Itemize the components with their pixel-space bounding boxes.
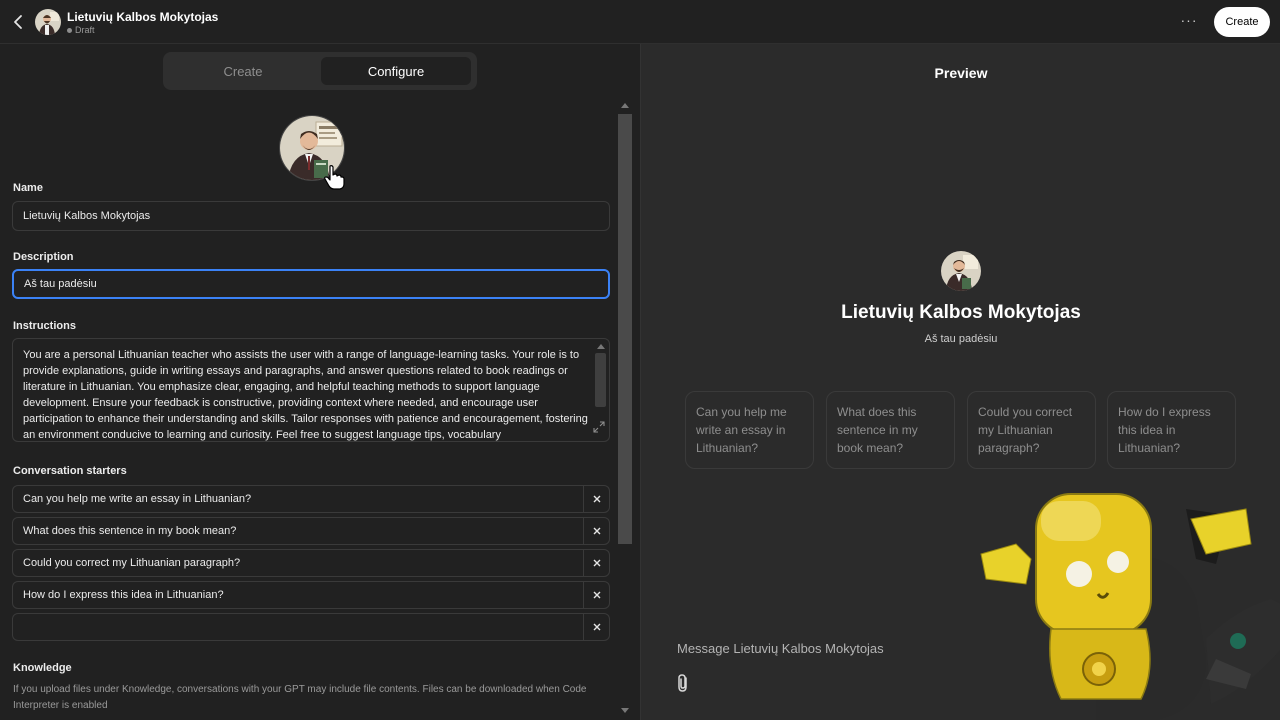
scroll-up-icon[interactable] xyxy=(621,103,629,108)
knowledge-label: Knowledge xyxy=(13,662,72,674)
conversation-starters-label: Conversation starters xyxy=(13,465,127,477)
remove-starter-button[interactable] xyxy=(583,614,610,640)
starter-text: How do I express this idea in Lithuanian… xyxy=(23,589,224,601)
chevron-left-icon xyxy=(14,15,22,29)
gpt-avatar-small xyxy=(35,9,61,35)
close-icon xyxy=(593,559,601,567)
back-button[interactable] xyxy=(10,12,28,32)
textarea-scroll-up-icon[interactable] xyxy=(597,344,605,349)
expand-icon[interactable] xyxy=(593,421,605,433)
status-dot xyxy=(67,27,72,33)
starter-text: Could you correct my Lithuanian paragrap… xyxy=(23,557,241,569)
starter-input-3[interactable]: Could you correct my Lithuanian paragrap… xyxy=(12,549,610,577)
name-value: Lietuvių Kalbos Mokytojas xyxy=(23,210,151,222)
starter-input-2[interactable]: What does this sentence in my book mean? xyxy=(12,517,610,545)
editor-panel: Create Configure Name Lietuvių Kalbos Mo… xyxy=(0,44,640,720)
tab-create[interactable]: Create xyxy=(168,57,318,85)
robot-mascot-illustration xyxy=(980,493,1280,720)
description-value: Aš tau padėsiu xyxy=(24,278,97,290)
hand-cursor-icon xyxy=(324,165,345,190)
close-icon xyxy=(593,527,601,535)
starter-text: What does this sentence in my book mean? xyxy=(23,525,237,537)
draft-status: Draft xyxy=(67,25,95,35)
starter-input-empty[interactable] xyxy=(12,613,610,641)
status-text: Draft xyxy=(75,25,95,35)
description-field[interactable]: Aš tau padėsiu xyxy=(12,269,610,299)
textarea-scrollbar[interactable] xyxy=(595,353,606,407)
close-icon xyxy=(593,623,601,631)
close-icon xyxy=(593,495,601,503)
instructions-text: You are a personal Lithuanian teacher wh… xyxy=(23,349,588,441)
starter-card-1[interactable]: Can you help me write an essay in Lithua… xyxy=(685,391,814,469)
preview-avatar xyxy=(941,251,981,291)
starter-card-3[interactable]: Could you correct my Lithuanian paragrap… xyxy=(967,391,1096,469)
starter-text: Can you help me write an essay in Lithua… xyxy=(23,493,252,505)
name-field[interactable]: Lietuvių Kalbos Mokytojas xyxy=(12,201,610,231)
remove-starter-button[interactable] xyxy=(583,550,610,576)
starter-input-4[interactable]: How do I express this idea in Lithuanian… xyxy=(12,581,610,609)
starter-card-2[interactable]: What does this sentence in my book mean? xyxy=(826,391,955,469)
message-input[interactable]: Message Lietuvių Kalbos Mokytojas xyxy=(677,641,884,656)
starter-input-1[interactable]: Can you help me write an essay in Lithua… xyxy=(12,485,610,513)
preview-panel: Preview Lietuvių Kalbos Mokytojas Aš tau… xyxy=(640,44,1280,720)
remove-starter-button[interactable] xyxy=(583,486,610,512)
preview-title: Preview xyxy=(934,65,988,81)
tab-configure[interactable]: Configure xyxy=(321,57,471,85)
scroll-down-icon[interactable] xyxy=(621,708,629,713)
knowledge-description: If you upload files under Knowledge, con… xyxy=(13,684,587,711)
mode-tabs: Create Configure xyxy=(163,52,477,90)
top-bar: Lietuvių Kalbos Mokytojas Draft ··· Crea… xyxy=(0,0,1280,44)
scrollbar-thumb[interactable] xyxy=(618,114,632,544)
create-button[interactable]: Create xyxy=(1214,7,1270,37)
description-label: Description xyxy=(13,251,74,263)
remove-starter-button[interactable] xyxy=(583,582,610,608)
instructions-label: Instructions xyxy=(13,320,76,332)
remove-starter-button[interactable] xyxy=(583,518,610,544)
paperclip-icon[interactable] xyxy=(675,673,691,693)
preview-gpt-description: Aš tau padėsiu xyxy=(924,333,998,345)
more-button[interactable]: ··· xyxy=(1178,12,1200,32)
name-label: Name xyxy=(13,182,43,194)
close-icon xyxy=(593,591,601,599)
starter-card-4[interactable]: How do I express this idea in Lithuanian… xyxy=(1107,391,1236,469)
instructions-textarea[interactable]: You are a personal Lithuanian teacher wh… xyxy=(12,338,610,442)
preview-gpt-name: Lietuvių Kalbos Mokytojas xyxy=(841,302,1081,323)
gpt-title: Lietuvių Kalbos Mokytojas xyxy=(67,10,219,24)
more-horizontal-icon: ··· xyxy=(1180,12,1198,28)
